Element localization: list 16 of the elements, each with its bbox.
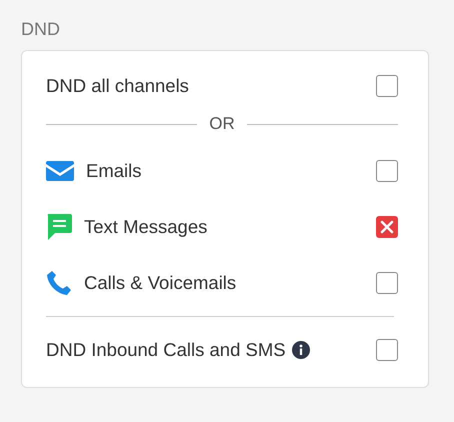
checkbox[interactable] xyxy=(376,339,398,361)
checkbox[interactable] xyxy=(376,272,398,294)
info-icon[interactable] xyxy=(292,341,310,359)
phone-icon xyxy=(46,270,72,296)
checkbox[interactable] xyxy=(376,160,398,182)
envelope-icon xyxy=(46,161,74,181)
option-label: DND all channels xyxy=(46,75,189,97)
checkbox[interactable] xyxy=(376,75,398,97)
section-title: DND xyxy=(21,19,61,40)
option-label: DND Inbound Calls and SMS xyxy=(46,339,286,361)
channel-label: Emails xyxy=(86,160,142,182)
channel-label: Calls & Voicemails xyxy=(84,272,236,294)
separator-text: OR xyxy=(209,114,235,134)
checkbox[interactable] xyxy=(376,216,398,238)
channel-label: Text Messages xyxy=(84,216,208,238)
chat-bubble-icon xyxy=(46,214,72,240)
